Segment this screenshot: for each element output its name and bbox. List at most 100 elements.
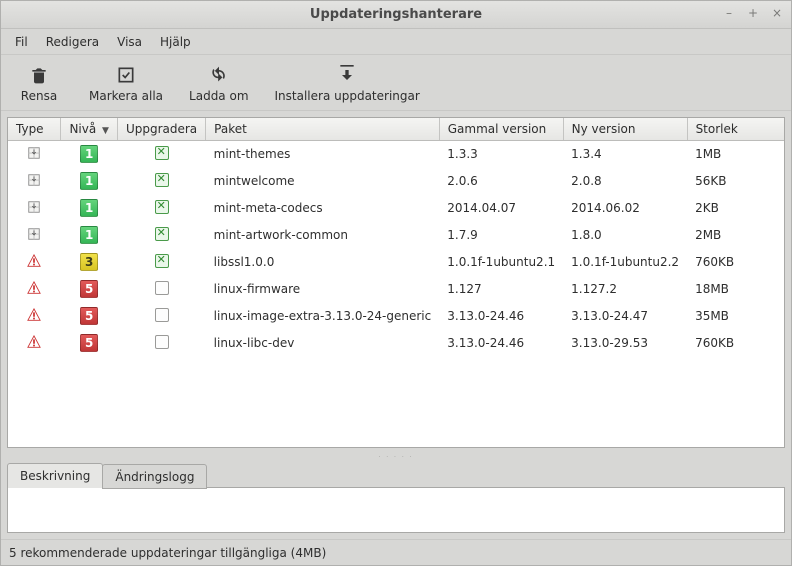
new-version: 2014.06.02 [563, 195, 687, 222]
package-name: mintwelcome [206, 168, 440, 195]
upgrade-checkbox[interactable] [155, 200, 169, 214]
upgrade-checkbox[interactable] [155, 335, 169, 349]
status-bar: 5 rekommenderade uppdateringar tillgängl… [1, 539, 791, 565]
upgrade-checkbox-cell [117, 249, 205, 276]
toolbar-selectall-button[interactable]: Markera alla [85, 62, 167, 105]
size: 760KB [687, 249, 784, 276]
col-size[interactable]: Storlek [687, 118, 784, 141]
toolbar-install-label: Installera uppdateringar [275, 89, 420, 103]
upgrade-checkbox-cell [117, 276, 205, 303]
col-package[interactable]: Paket [206, 118, 440, 141]
security-update-icon [8, 330, 61, 357]
menu-help[interactable]: Hjälp [152, 31, 199, 53]
app-window: Uppdateringshanterare – + × Fil Redigera… [0, 0, 792, 566]
old-version: 2014.04.07 [439, 195, 563, 222]
tab-changelog[interactable]: Ändringslogg [102, 464, 207, 489]
table-row[interactable]: 1mintwelcome2.0.62.0.856KB [8, 168, 784, 195]
menu-file[interactable]: Fil [7, 31, 36, 53]
col-new[interactable]: Ny version [563, 118, 687, 141]
security-update-icon [8, 249, 61, 276]
toolbar-reload-button[interactable]: Ladda om [185, 62, 252, 105]
upgrade-checkbox[interactable] [155, 308, 169, 322]
title-bar: Uppdateringshanterare – + × [1, 1, 791, 29]
level-badge: 1 [61, 141, 118, 168]
package-name: mint-artwork-common [206, 222, 440, 249]
col-level-label: Nivå [69, 122, 96, 136]
description-box[interactable] [7, 487, 785, 533]
close-button[interactable]: × [769, 5, 785, 21]
upgrade-checkbox[interactable] [155, 254, 169, 268]
new-version: 3.13.0-29.53 [563, 330, 687, 357]
upgrade-checkbox-cell [117, 141, 205, 168]
size: 18MB [687, 276, 784, 303]
toolbar-reload-label: Ladda om [189, 89, 248, 103]
old-version: 1.127 [439, 276, 563, 303]
new-version: 1.0.1f-1ubuntu2.2 [563, 249, 687, 276]
details-panel: Beskrivning Ändringslogg [7, 462, 785, 533]
package-update-icon [8, 195, 61, 222]
upgrade-checkbox-cell [117, 303, 205, 330]
window-title: Uppdateringshanterare [310, 7, 482, 22]
toolbar-clear-label: Rensa [21, 89, 57, 103]
old-version: 3.13.0-24.46 [439, 303, 563, 330]
col-level[interactable]: Nivå ▼ [61, 118, 118, 141]
col-type[interactable]: Type [8, 118, 61, 141]
minimize-button[interactable]: – [721, 5, 737, 21]
package-name: linux-firmware [206, 276, 440, 303]
tab-description[interactable]: Beskrivning [7, 463, 103, 488]
details-tabs: Beskrivning Ändringslogg [7, 463, 785, 488]
old-version: 2.0.6 [439, 168, 563, 195]
old-version: 1.3.3 [439, 141, 563, 168]
new-version: 1.127.2 [563, 276, 687, 303]
level-badge: 1 [61, 222, 118, 249]
pane-resizer[interactable]: · · · · · [1, 454, 791, 462]
clear-icon [29, 64, 49, 86]
table-row[interactable]: 5 linux-firmware1.1271.127.218MB [8, 276, 784, 303]
maximize-button[interactable]: + [745, 5, 761, 21]
col-upgrade[interactable]: Uppgradera [117, 118, 205, 141]
menu-edit[interactable]: Redigera [38, 31, 107, 53]
level-badge: 5 [61, 303, 118, 330]
menu-view[interactable]: Visa [109, 31, 150, 53]
upgrade-checkbox-cell [117, 330, 205, 357]
upgrade-checkbox-cell [117, 222, 205, 249]
upgrade-checkbox[interactable] [155, 281, 169, 295]
package-name: linux-libc-dev [206, 330, 440, 357]
table-row[interactable]: 1 mint-artwork-common1.7.91.8.02MB [8, 222, 784, 249]
toolbar-clear-button[interactable]: Rensa [11, 62, 67, 105]
new-version: 1.8.0 [563, 222, 687, 249]
toolbar: Rensa Markera alla Ladda om Installera u… [1, 55, 791, 111]
status-text: 5 rekommenderade uppdateringar tillgängl… [9, 546, 326, 560]
size: 760KB [687, 330, 784, 357]
new-version: 1.3.4 [563, 141, 687, 168]
updates-table-wrapper[interactable]: Type Nivå ▼ Uppgradera Paket Gammal vers… [7, 117, 785, 448]
window-controls: – + × [721, 5, 785, 21]
level-badge: 5 [61, 276, 118, 303]
menu-bar: Fil Redigera Visa Hjälp [1, 29, 791, 55]
upgrade-checkbox[interactable] [155, 227, 169, 241]
upgrade-checkbox-cell [117, 195, 205, 222]
package-name: linux-image-extra-3.13.0-24-generic [206, 303, 440, 330]
level-badge: 5 [61, 330, 118, 357]
upgrade-checkbox[interactable] [155, 146, 169, 160]
size: 35MB [687, 303, 784, 330]
table-row[interactable]: 1 mint-meta-codecs2014.04.072014.06.022KB [8, 195, 784, 222]
upgrade-checkbox[interactable] [155, 173, 169, 187]
table-row[interactable]: 5 linux-image-extra-3.13.0-24-generic3.13… [8, 303, 784, 330]
col-old[interactable]: Gammal version [439, 118, 563, 141]
package-name: mint-meta-codecs [206, 195, 440, 222]
table-row[interactable]: 3libssl1.0.01.0.1f-1ubuntu2.11.0.1f-1ubu… [8, 249, 784, 276]
table-row[interactable]: 1mint-themes1.3.31.3.41MB [8, 141, 784, 168]
new-version: 2.0.8 [563, 168, 687, 195]
package-update-icon [8, 141, 61, 168]
install-icon [337, 64, 357, 86]
security-update-icon [8, 276, 61, 303]
table-row[interactable]: 5linux-libc-dev3.13.0-24.463.13.0-29.537… [8, 330, 784, 357]
table-body: 1mint-themes1.3.31.3.41MB1mintwelcome2.0… [8, 141, 784, 357]
old-version: 1.7.9 [439, 222, 563, 249]
old-version: 1.0.1f-1ubuntu2.1 [439, 249, 563, 276]
size: 2KB [687, 195, 784, 222]
size: 2MB [687, 222, 784, 249]
toolbar-install-button[interactable]: Installera uppdateringar [271, 62, 424, 105]
level-badge: 1 [61, 195, 118, 222]
